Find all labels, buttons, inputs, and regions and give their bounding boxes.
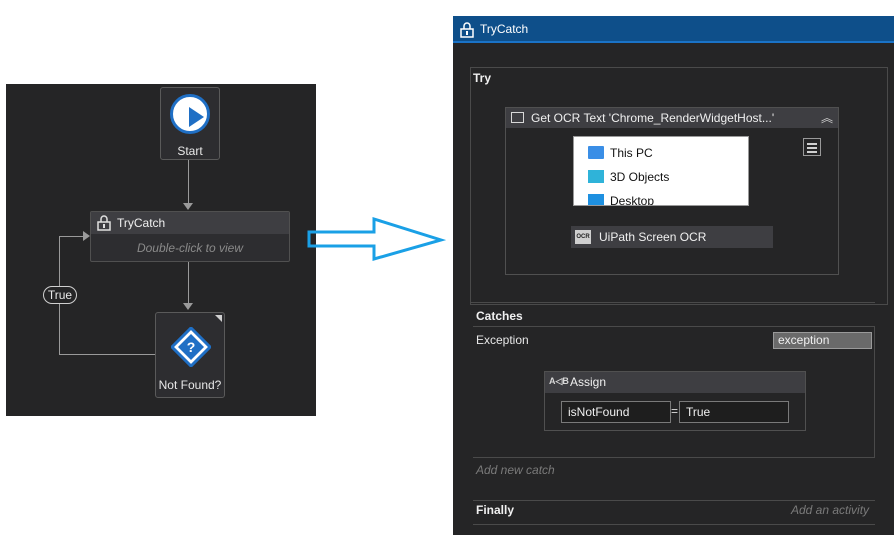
assign-value-field[interactable]: True [679,401,789,423]
finally-label: Finally [476,503,515,517]
trycatch-lock-icon [97,215,111,231]
play-icon [170,94,210,134]
desktop-icon [588,194,604,205]
connector-start-trycatch [188,160,189,204]
trycatch-designer-panel: TryCatch Try Get OCR Text 'Chrome_Render… [453,16,894,535]
trycatch-node-hint: Double-click to view [136,241,244,255]
divider [470,302,875,303]
finally-border [473,524,875,525]
screen-icon [511,112,524,123]
ocr-engine-icon: OCR [575,230,591,244]
try-label: Try [473,71,492,85]
trycatch-lock-icon [460,22,474,38]
assign-header: A◁B Assign [545,372,805,393]
preview-item: 3D Objects [588,170,669,184]
exception-type-label: Exception [476,333,529,347]
exception-variable-field[interactable]: exception [773,332,872,349]
catch-block-border [874,326,875,457]
assign-to-field[interactable]: isNotFound [561,401,671,423]
big-right-arrow-icon [307,216,446,261]
assign-ab-icon: A◁B [549,376,569,386]
true-branch-label[interactable]: True [43,286,77,304]
arrowhead [83,231,90,241]
hamburger-icon[interactable] [803,138,821,156]
panel-title: TryCatch [480,22,529,36]
cube-icon [588,170,604,183]
flowchart-canvas: Start TryCatch Double-click to view True… [6,84,316,416]
add-activity-drop-zone[interactable]: Add an activity [791,503,869,517]
arrowhead [183,203,193,210]
catches-label: Catches [476,309,523,323]
ocr-activity-header: Get OCR Text 'Chrome_RenderWidgetHost...… [506,108,838,128]
ocr-activity-title: Get OCR Text 'Chrome_RenderWidgetHost...… [531,111,775,125]
divider [473,326,875,327]
ocr-engine-title: UiPath Screen OCR [599,230,707,244]
arrowhead [183,303,193,310]
corner-marker-icon [215,315,222,322]
trycatch-node[interactable]: TryCatch Double-click to view [90,211,290,262]
preview-item: This PC [588,146,653,160]
ocr-engine-activity[interactable]: OCR UiPath Screen OCR [571,226,773,248]
assign-title: Assign [570,375,607,389]
decision-label: Not Found? [158,378,222,392]
start-node[interactable]: Start [160,87,220,160]
divider [473,500,875,501]
connector-trycatch-decision [188,262,189,304]
connector-true-loop [59,236,83,237]
double-chevron-up-icon[interactable]: ︽ [821,109,833,126]
question-diamond-icon: ? [171,327,211,367]
trycatch-title-bar[interactable]: TryCatch [453,16,894,43]
flow-decision-node[interactable]: ? Not Found? [155,312,225,398]
trycatch-node-header: TryCatch [91,212,289,234]
assign-activity[interactable]: A◁B Assign isNotFound = True [544,371,806,431]
connector-true-loop [59,354,155,355]
trycatch-node-title: TryCatch [117,216,166,230]
divider [473,457,875,458]
svg-text:?: ? [187,339,196,355]
monitor-icon [588,146,604,159]
screenshot-preview: This PC 3D Objects Desktop [573,136,749,206]
start-label: Start [177,144,203,158]
add-new-catch-link[interactable]: Add new catch [476,463,555,477]
equals-sign: = [671,404,679,418]
preview-item: Desktop [588,194,654,205]
